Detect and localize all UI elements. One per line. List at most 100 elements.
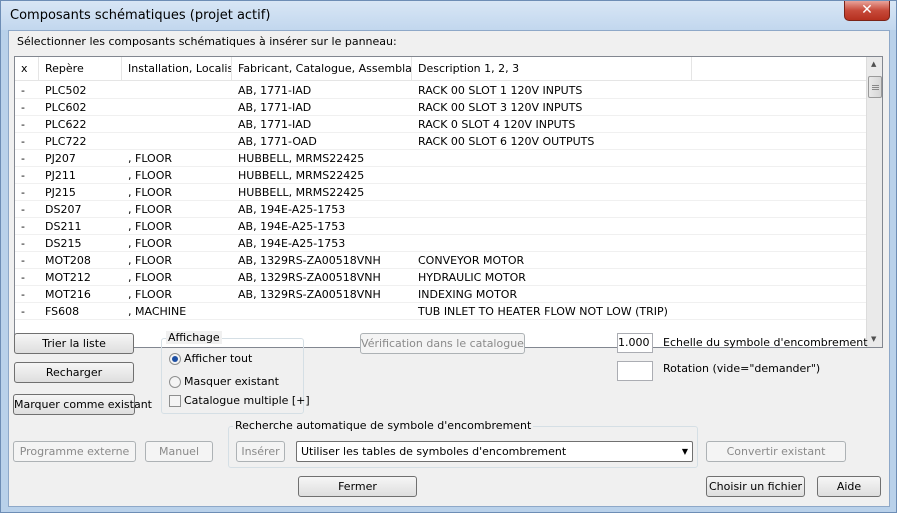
table-row[interactable]: - FS608 , MACHINE TUB INLET TO HEATER FLOW …	[15, 303, 867, 320]
sort-list-button[interactable]: Trier la liste	[14, 333, 134, 354]
column-header-installation[interactable]: Installation, Localis...	[122, 57, 232, 81]
insert-button[interactable]: Insérer	[236, 441, 285, 462]
title-bar[interactable]: Composants schématiques (projet actif) ✕	[1, 1, 896, 30]
cell-description: INDEXING MOTOR	[418, 288, 518, 301]
scroll-down-icon[interactable]: ▼	[871, 335, 876, 343]
cell-x: -	[21, 288, 25, 301]
show-all-radio[interactable]	[169, 353, 181, 365]
reload-button[interactable]: Recharger	[14, 362, 134, 383]
cell-installation	[122, 82, 232, 99]
cell-installation: , FLOOR	[128, 237, 173, 250]
cell-installation: , FLOOR	[128, 271, 173, 284]
dialog-body: Sélectionner les composants schématiques…	[8, 30, 890, 507]
column-header-description[interactable]: Description 1, 2, 3	[412, 57, 692, 81]
cell-manufacturer: AB, 194E-A25-1753	[238, 237, 346, 250]
cell-description: RACK 0 SLOT 4 120V INPUTS	[418, 118, 576, 131]
column-header-manufacturer[interactable]: Fabricant, Catalogue, Assemblage	[232, 57, 412, 81]
scroll-up-icon[interactable]: ▲	[871, 60, 876, 68]
table-row[interactable]: - DS211 , FLOOR AB, 194E-A25-1753	[15, 218, 867, 235]
cell-description: RACK 00 SLOT 6 120V OUTPUTS	[418, 135, 595, 148]
cell-x: -	[21, 152, 25, 165]
rotation-label: Rotation (vide="demander")	[663, 362, 821, 375]
help-button[interactable]: Aide	[817, 476, 881, 497]
cell-x: -	[21, 186, 25, 199]
show-all-label[interactable]: Afficher tout	[184, 352, 252, 365]
instruction-label: Sélectionner les composants schématiques…	[17, 35, 397, 48]
table-row[interactable]: - DS207 , FLOOR AB, 194E-A25-1753	[15, 201, 867, 218]
cell-tag: PLC502	[45, 84, 87, 97]
cell-installation: , FLOOR	[128, 220, 173, 233]
cell-x: -	[21, 203, 25, 216]
table-row[interactable]: - MOT208 , FLOOR AB, 1329RS-ZA00518VNH CONVE…	[15, 252, 867, 269]
multi-catalog-checkbox[interactable]	[169, 395, 181, 407]
mark-existing-button[interactable]: Marquer comme existant	[13, 394, 152, 415]
cell-installation: , FLOOR	[128, 169, 173, 182]
table-row[interactable]: - MOT216 , FLOOR AB, 1329RS-ZA00518VNH INDEX…	[15, 286, 867, 303]
cell-manufacturer: AB, 1329RS-ZA00518VNH	[238, 254, 381, 267]
table-row[interactable]: - PJ215 , FLOOR HUBBELL, MRMS22425	[15, 184, 867, 201]
scroll-thumb[interactable]	[868, 76, 882, 98]
hide-existing-label[interactable]: Masquer existant	[184, 375, 279, 388]
table-row[interactable]: - PLC602 AB, 1771-IAD RACK 00 SLOT 3 120V I…	[15, 99, 867, 116]
cell-x: -	[21, 169, 25, 182]
rotation-input[interactable]	[617, 361, 653, 381]
cell-installation: , MACHINE	[128, 305, 187, 318]
cell-installation: , FLOOR	[128, 203, 173, 216]
cell-description	[412, 201, 692, 218]
cell-installation	[122, 116, 232, 133]
table-row[interactable]: - MOT212 , FLOOR AB, 1329RS-ZA00518VNH HYDRA…	[15, 269, 867, 286]
components-list[interactable]: x Repère Installation, Localis... Fabric…	[14, 56, 883, 348]
scale-label: Echelle du symbole d'encombrement	[663, 336, 868, 349]
close-icon: ✕	[861, 2, 873, 18]
external-program-button[interactable]: Programme externe	[13, 441, 136, 462]
multi-catalog-label[interactable]: Catalogue multiple [+]	[184, 394, 310, 407]
scale-input[interactable]: 1.000	[617, 333, 653, 353]
cell-x: -	[21, 305, 25, 318]
cell-installation	[122, 133, 232, 150]
cell-description: CONVEYOR MOTOR	[418, 254, 525, 267]
table-row[interactable]: - PLC502 AB, 1771-IAD RACK 00 SLOT 1 120V I…	[15, 82, 867, 99]
cell-tag: MOT216	[45, 288, 91, 301]
table-row[interactable]: - DS215 , FLOOR AB, 194E-A25-1753	[15, 235, 867, 252]
cell-tag: PLC722	[45, 135, 87, 148]
footprint-source-value: Utiliser les tables de symboles d'encomb…	[301, 445, 567, 458]
cell-manufacturer: HUBBELL, MRMS22425	[238, 186, 365, 199]
cell-description: TUB INLET TO HEATER FLOW NOT LOW (TRIP)	[418, 305, 668, 318]
table-row[interactable]: - PLC622 AB, 1771-IAD RACK 0 SLOT 4 120V IN…	[15, 116, 867, 133]
cell-tag: DS215	[45, 237, 82, 250]
cell-manufacturer: HUBBELL, MRMS22425	[238, 169, 365, 182]
cell-description	[412, 150, 692, 167]
window-title: Composants schématiques (projet actif)	[10, 8, 271, 23]
column-header-tag[interactable]: Repère	[39, 57, 122, 81]
dialog-window: Composants schématiques (projet actif) ✕…	[0, 0, 897, 513]
cell-manufacturer: HUBBELL, MRMS22425	[238, 152, 365, 165]
cell-x: -	[21, 271, 25, 284]
cell-tag: MOT212	[45, 271, 91, 284]
convert-existing-button[interactable]: Convertir existant	[706, 441, 846, 462]
table-row[interactable]: - PJ211 , FLOOR HUBBELL, MRMS22425	[15, 167, 867, 184]
vertical-scrollbar[interactable]: ▲ ▼	[866, 57, 882, 347]
table-row[interactable]: - PJ207 , FLOOR HUBBELL, MRMS22425	[15, 150, 867, 167]
cell-description: RACK 00 SLOT 1 120V INPUTS	[418, 84, 583, 97]
choose-file-button[interactable]: Choisir un fichier	[706, 476, 805, 497]
close-window-button[interactable]: ✕	[844, 1, 890, 21]
cell-installation: , FLOOR	[128, 152, 173, 165]
footprint-source-select[interactable]: Utiliser les tables de symboles d'encomb…	[296, 441, 693, 462]
cell-description: RACK 00 SLOT 3 120V INPUTS	[418, 101, 583, 114]
table-row[interactable]: - PLC722 AB, 1771-OAD RACK 00 SLOT 6 120V O…	[15, 133, 867, 150]
hide-existing-radio[interactable]	[169, 376, 181, 388]
list-header: x Repère Installation, Localis... Fabric…	[15, 57, 867, 81]
cell-tag: PLC622	[45, 118, 87, 131]
cell-tag: PJ215	[45, 186, 76, 199]
close-button[interactable]: Fermer	[298, 476, 417, 497]
cell-tag: PJ211	[45, 169, 76, 182]
cell-manufacturer: AB, 1329RS-ZA00518VNH	[238, 271, 381, 284]
cell-manufacturer: AB, 1771-IAD	[238, 101, 312, 114]
cell-description	[412, 167, 692, 184]
catalog-check-button[interactable]: Vérification dans le catalogue	[360, 333, 525, 354]
cell-installation: , FLOOR	[128, 186, 173, 199]
cell-tag: MOT208	[45, 254, 91, 267]
cell-description	[412, 184, 692, 201]
column-header-x[interactable]: x	[15, 57, 39, 81]
manual-button[interactable]: Manuel	[145, 441, 213, 462]
